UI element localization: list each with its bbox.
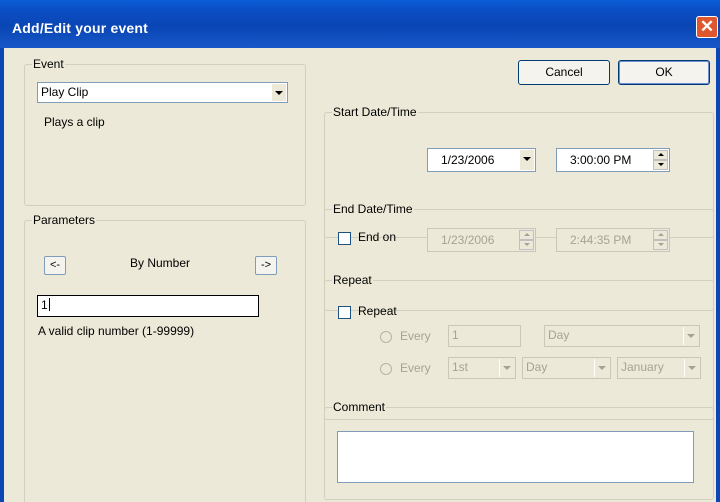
next-arrow-label: -> [260, 259, 272, 271]
parameter-hint: A valid clip number (1-99999) [38, 324, 195, 338]
ok-button[interactable]: OK [618, 60, 710, 85]
repeat-unit-value: Day [548, 328, 570, 342]
end-group-legend: End Date/Time [333, 202, 413, 216]
repeat-day-value: Day [526, 360, 548, 374]
end-date-spinner[interactable] [519, 230, 534, 250]
comment-group-legend: Comment [333, 400, 386, 414]
end-on-checkbox[interactable] [338, 232, 351, 245]
spin-up-icon[interactable] [653, 230, 668, 240]
repeat-month-value: January [621, 360, 664, 374]
repeat-unit-select[interactable]: Day [544, 325, 700, 347]
cancel-button-label: Cancel [545, 65, 583, 79]
spin-down-icon[interactable] [653, 240, 668, 250]
chevron-down-icon[interactable] [594, 359, 609, 377]
end-date-picker[interactable]: 1/23/2006 [427, 228, 536, 252]
event-type-value: Play Clip [41, 85, 89, 99]
ok-button-label: OK [655, 65, 673, 79]
cancel-button[interactable]: Cancel [518, 60, 610, 85]
start-group-legend: Start Date/Time [333, 105, 417, 119]
spin-down-icon[interactable] [519, 240, 534, 250]
calendar-dropdown-icon[interactable] [519, 150, 534, 170]
chevron-down-icon[interactable] [684, 359, 699, 377]
start-date-picker[interactable]: 1/23/2006 [427, 148, 536, 172]
repeat-every-ordinal-radio[interactable] [380, 363, 392, 375]
repeat-every-interval-radio[interactable] [380, 331, 392, 343]
parameters-group-legend: Parameters [33, 213, 96, 227]
repeat-count-value: 1 [452, 328, 459, 342]
window-title: Add/Edit your event [12, 20, 149, 36]
comment-textarea[interactable] [337, 431, 694, 483]
repeat-count-input[interactable]: 1 [448, 325, 521, 347]
repeat-checkbox[interactable] [338, 306, 351, 319]
end-time-input[interactable]: 2:44:35 PM [556, 228, 670, 252]
clip-number-input[interactable]: 1 [37, 295, 259, 317]
dialog-body: Event Play Clip Plays a clip Parameters … [0, 48, 720, 502]
repeat-label: Repeat [358, 304, 397, 318]
close-icon: ✕ [699, 17, 715, 36]
event-description: Plays a clip [44, 115, 105, 129]
end-date-value: 1/23/2006 [441, 233, 495, 247]
parameter-mode-label: By Number [130, 256, 191, 270]
chevron-down-icon[interactable] [683, 327, 698, 345]
spin-up-icon[interactable] [519, 230, 534, 240]
close-button[interactable]: ✕ [696, 16, 718, 38]
dialog-window: Add/Edit your event ✕ Event Play Clip Pl… [0, 0, 720, 502]
end-time-value: 2:44:35 PM [570, 233, 632, 247]
event-group-legend: Event [33, 57, 64, 71]
prev-arrow-label: <- [49, 259, 61, 271]
end-on-label: End on [358, 230, 397, 244]
previous-parameter-button[interactable]: <- [44, 256, 66, 275]
repeat-ordinal-select[interactable]: 1st [448, 357, 516, 379]
every-label-2: Every [400, 361, 431, 375]
repeat-month-select[interactable]: January [617, 357, 701, 379]
event-group: Event [24, 57, 306, 206]
spin-down-icon[interactable] [653, 160, 668, 170]
start-time-spinner[interactable] [653, 150, 668, 170]
repeat-ordinal-value: 1st [452, 360, 469, 374]
repeat-group-legend: Repeat [333, 273, 372, 287]
start-time-input[interactable]: 3:00:00 PM [556, 148, 670, 172]
title-bar[interactable]: Add/Edit your event ✕ [0, 0, 720, 48]
clip-number-value: 1 [41, 298, 48, 312]
start-time-value: 3:00:00 PM [570, 153, 632, 167]
start-date-value: 1/23/2006 [441, 153, 495, 167]
event-type-select[interactable]: Play Clip [37, 82, 288, 103]
end-time-spinner[interactable] [653, 230, 668, 250]
every-label-1: Every [400, 329, 431, 343]
chevron-down-icon[interactable] [499, 359, 514, 377]
next-parameter-button[interactable]: -> [255, 256, 277, 275]
text-cursor [48, 298, 50, 311]
spin-up-icon[interactable] [653, 150, 668, 160]
repeat-day-select[interactable]: Day [522, 357, 611, 379]
chevron-down-icon[interactable] [271, 84, 286, 101]
